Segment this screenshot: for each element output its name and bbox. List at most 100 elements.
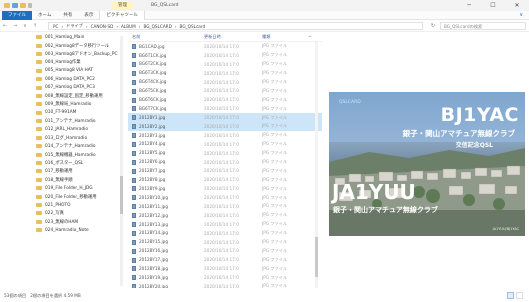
nav-folder-item[interactable]: 023_無線のHAM xyxy=(0,218,124,226)
breadcrumb-item[interactable]: BG_QSLCARD xyxy=(143,24,171,29)
tab-file[interactable]: ファイル xyxy=(2,10,32,20)
tab-view[interactable]: 表示 xyxy=(78,11,99,20)
nav-scrollbar-thumb[interactable] xyxy=(120,176,123,214)
file-row[interactable]: BG6T2CK.jpg 2020/10/14 17:0 JPG ファイル xyxy=(128,60,322,69)
search-input[interactable]: BG_QSLcardの検索 xyxy=(440,22,526,30)
nav-folder-item[interactable]: 003_Hamlog8アドオン_Backup_PC xyxy=(0,50,124,58)
breadcrumb-separator[interactable]: › xyxy=(61,24,63,29)
back-arrow-icon[interactable]: ← xyxy=(0,23,10,29)
nav-folder-item[interactable]: 017_移動運用 xyxy=(0,167,124,175)
breadcrumb-item[interactable]: PC xyxy=(53,24,58,29)
tab-share[interactable]: 共有 xyxy=(57,11,78,20)
nav-folder-item[interactable]: 014_アンテナ_Hamradio xyxy=(0,142,124,150)
ribbon-expand-icon[interactable]: ∨ xyxy=(519,11,523,20)
nav-folder-item[interactable]: 004_Hamlog作業 xyxy=(0,58,124,66)
tab-picture-tools[interactable]: ピクチャツール xyxy=(99,10,145,20)
minimize-button[interactable]: ─ xyxy=(457,0,481,11)
file-row[interactable]: BG6T4CK.jpg 2020/10/14 17:0 JPG ファイル xyxy=(128,78,322,87)
file-row[interactable]: BG6T5CK.jpg 2020/10/14 17:0 JPG ファイル xyxy=(128,86,322,95)
forward-arrow-icon[interactable]: → xyxy=(10,23,20,29)
up-arrow-icon[interactable]: ↑ xyxy=(30,23,40,29)
file-row[interactable]: 2012BY6.jpg 2020/10/14 17:0 JPG ファイル xyxy=(128,158,322,167)
nav-folder-item[interactable]: 010_FT-991AM xyxy=(0,109,124,117)
file-name: 2012BY9.jpg xyxy=(139,185,166,191)
file-row[interactable]: 2012BY7.jpg 2020/10/14 17:0 JPG ファイル xyxy=(128,166,322,175)
file-row[interactable]: BG6T3CK.jpg 2020/10/14 17:0 JPG ファイル xyxy=(128,69,322,78)
file-row[interactable]: 2012BY19.jpg 2020/10/14 17:0 JPG ファイル xyxy=(128,273,322,282)
file-row[interactable]: BG1CAD.jpg 2020/10/14 17:0 JPG ファイル xyxy=(128,42,322,51)
properties-icon[interactable] xyxy=(12,3,18,8)
nav-folder-item[interactable]: 019_File Folder_H_JDG xyxy=(0,184,124,192)
breadcrumb-item[interactable]: BG_QSLcard xyxy=(180,24,206,29)
nav-folder-item[interactable]: 024_Hamradio_Note xyxy=(0,226,124,234)
file-row[interactable]: BG6T7CK.jpg 2020/10/14 17:0 JPG ファイル xyxy=(128,104,322,113)
file-list-scrollbar[interactable] xyxy=(315,42,318,288)
nav-folder-item[interactable]: 011_アンテナ_Hamradio xyxy=(0,117,124,125)
nav-folder-item[interactable]: 002_Hamlog8データ移行ツール xyxy=(0,41,124,49)
file-date: 2020/10/14 17:0 xyxy=(204,168,239,174)
file-name-cell: 2012BY1.jpg xyxy=(128,115,204,121)
file-row[interactable]: BG6T1CK.jpg 2020/10/14 17:0 JPG ファイル xyxy=(128,51,322,60)
breadcrumb-item[interactable]: ALBUM xyxy=(121,24,136,29)
file-row[interactable]: 2012BY3.jpg 2020/10/14 17:0 JPG ファイル xyxy=(128,131,322,140)
details-view-icon[interactable] xyxy=(507,292,514,299)
file-row[interactable]: 2012BY20.jpg 2020/10/14 17:0 JPG ファイル xyxy=(128,282,322,288)
file-name: 2012BY11.jpg xyxy=(139,203,168,209)
breadcrumb-item[interactable]: ドライブ xyxy=(66,23,83,29)
preview-qsl-subtitle: 交信記念QSL xyxy=(455,142,493,149)
breadcrumb-separator[interactable]: › xyxy=(116,24,118,29)
close-button[interactable]: ✕ xyxy=(505,0,529,11)
nav-folder-item[interactable]: 015_無線機器_Hamradio xyxy=(0,150,124,158)
maximize-button[interactable]: ☐ xyxy=(481,0,505,11)
file-row[interactable]: 2012BY18.jpg 2020/10/14 17:0 JPG ファイル xyxy=(128,264,322,273)
file-row[interactable]: 2012BY14.jpg 2020/10/14 17:0 JPG ファイル xyxy=(128,229,322,238)
column-header-name[interactable]: 名前 xyxy=(128,34,204,40)
file-row[interactable]: 2012BY1.jpg 2020/10/14 17:0 JPG ファイル xyxy=(128,113,322,123)
qa-dropdown-icon[interactable] xyxy=(28,3,32,8)
nav-folder-label: 018_無線手順 xyxy=(45,177,73,183)
file-row[interactable]: 2012BY10.jpg 2020/10/14 17:0 JPG ファイル xyxy=(128,193,322,202)
nav-folder-item[interactable]: 008_無線設定_固定_移動運用 xyxy=(0,92,124,100)
file-row[interactable]: 2012BY13.jpg 2020/10/14 17:0 JPG ファイル xyxy=(128,220,322,229)
breadcrumb-separator[interactable]: › xyxy=(139,24,141,29)
nav-folder-item[interactable]: 007_Hamlog DATA_PC3 xyxy=(0,83,124,91)
column-header-date[interactable]: 更新日時 xyxy=(204,34,262,40)
nav-folder-item[interactable]: 022_写真 xyxy=(0,209,124,217)
recent-dropdown-icon[interactable]: ∨ xyxy=(20,23,30,29)
breadcrumb-separator[interactable]: › xyxy=(86,24,88,29)
preview-pane: QSLCARD BJ1YAC 銀子・関山アマチュア無線クラブ 交信記念QSL J… xyxy=(329,92,525,236)
file-row[interactable]: 2012BY16.jpg 2020/10/14 17:0 JPG ファイル xyxy=(128,246,322,255)
nav-folder-item[interactable]: 016_ポスター_QSL xyxy=(0,159,124,167)
nav-folder-item[interactable]: 013_ログ_Hamradio xyxy=(0,134,124,142)
nav-folder-item[interactable]: 009_無線局_Hamradio xyxy=(0,100,124,108)
nav-folder-item[interactable]: 001_Hamlog_Main xyxy=(0,33,124,41)
file-name: 2012BY12.jpg xyxy=(139,212,168,218)
nav-folder-item[interactable]: 006_Hamlog DATA_PC2 xyxy=(0,75,124,83)
nav-scrollbar[interactable] xyxy=(120,36,123,286)
address-bar[interactable]: PC › ドライブ › CANON-SD › ALBUM › BG_QSLCAR… xyxy=(48,22,423,30)
refresh-icon[interactable]: ↻ xyxy=(428,22,438,30)
file-row[interactable]: 2012BY9.jpg 2020/10/14 17:0 JPG ファイル xyxy=(128,184,322,193)
tab-home[interactable]: ホーム xyxy=(32,11,57,20)
nav-folder-item[interactable]: 021_PHOTO xyxy=(0,201,124,209)
file-row[interactable]: 2012BY15.jpg 2020/10/14 17:0 JPG ファイル xyxy=(128,238,322,247)
file-row[interactable]: 2012BY12.jpg 2020/10/14 17:0 JPG ファイル xyxy=(128,211,322,220)
file-row[interactable]: 2012BY5.jpg 2020/10/14 17:0 JPG ファイル xyxy=(128,149,322,158)
breadcrumb-item[interactable]: CANON-SD xyxy=(91,24,114,29)
file-row[interactable]: 2012BY17.jpg 2020/10/14 17:0 JPG ファイル xyxy=(128,255,322,264)
file-type: JPG ファイル xyxy=(262,150,288,156)
nav-folder-item[interactable]: 012_JARL_Hamradio xyxy=(0,125,124,133)
large-icons-view-icon[interactable] xyxy=(516,292,523,299)
nav-folder-item[interactable]: 018_無線手順 xyxy=(0,176,124,184)
file-row[interactable]: 2012BY4.jpg 2020/10/14 17:0 JPG ファイル xyxy=(128,140,322,149)
file-row[interactable]: 2012BY2.jpg 2020/10/14 17:0 JPG ファイル xyxy=(128,122,322,131)
nav-folder-item[interactable]: 020_File Folder_移動運用 xyxy=(0,192,124,200)
file-row[interactable]: 2012BY11.jpg 2020/10/14 17:0 JPG ファイル xyxy=(128,202,322,211)
file-row[interactable]: BG6T6CK.jpg 2020/10/14 17:0 JPG ファイル xyxy=(128,95,322,104)
breadcrumb-separator[interactable]: › xyxy=(175,24,177,29)
new-folder-icon[interactable] xyxy=(20,3,26,8)
column-header-type[interactable]: 種類 xyxy=(262,34,308,40)
nav-folder-item[interactable]: 005_Hamlog8 VIA HAT xyxy=(0,67,124,75)
file-row[interactable]: 2012BY8.jpg 2020/10/14 17:0 JPG ファイル xyxy=(128,175,322,184)
file-list-scrollbar-thumb[interactable] xyxy=(315,237,318,277)
